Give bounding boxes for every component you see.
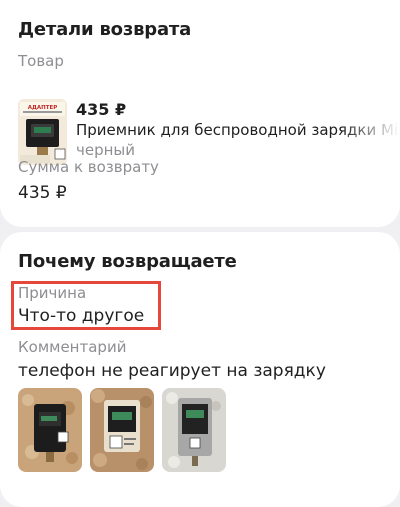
- comment-value: телефон не реагирует на зарядку: [18, 361, 326, 381]
- product-name[interactable]: Приемник для беспроводной зарядки Mi: [76, 121, 400, 139]
- product-image[interactable]: АДАПТЕР: [18, 99, 67, 165]
- return-details-title: Детали возврата: [18, 19, 192, 40]
- attached-photo-2[interactable]: [90, 388, 154, 472]
- comment-label: Комментарий: [18, 338, 127, 356]
- why-return-title: Почему возвращаете: [18, 251, 237, 272]
- product-price: 435 ₽: [76, 100, 127, 119]
- product-variant: черный: [76, 141, 136, 159]
- product-label: Товар: [18, 52, 64, 70]
- product-thumb-caption: АДАПТЕР: [28, 105, 58, 111]
- reason-value: Что-то другое: [18, 306, 145, 326]
- reason-label: Причина: [18, 284, 87, 302]
- refund-amount-value: 435 ₽: [18, 183, 67, 203]
- refund-amount-label: Сумма к возврату: [18, 158, 159, 176]
- attached-photos: [18, 388, 226, 472]
- attached-photo-1[interactable]: [18, 388, 82, 472]
- attached-photo-3[interactable]: [162, 388, 226, 472]
